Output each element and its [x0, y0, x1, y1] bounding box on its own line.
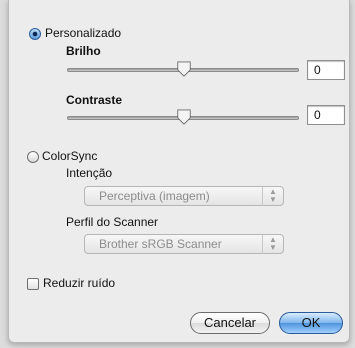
profile-popup-value: Brother sRGB Scanner — [99, 237, 222, 251]
reduce-noise-label: Reduzir ruído — [43, 276, 116, 290]
profile-label: Perfil do Scanner — [66, 215, 159, 229]
reduce-noise-checkbox[interactable] — [27, 278, 39, 290]
image-adjust-sheet: Personalizado Brilho 0 Contraste 0 Color… — [8, 0, 350, 343]
custom-radio[interactable] — [29, 28, 41, 40]
brightness-label: Brilho — [66, 44, 101, 58]
colorsync-label: ColorSync — [42, 149, 98, 163]
colorsync-radio[interactable] — [27, 151, 39, 163]
popup-arrows-icon: ▲ ▼ — [262, 235, 283, 254]
contrast-slider-thumb[interactable] — [176, 109, 192, 125]
cancel-button[interactable]: Cancelar — [190, 312, 270, 334]
profile-popup[interactable]: Brother sRGB Scanner ▲ ▼ — [84, 234, 284, 254]
intent-popup[interactable]: Perceptiva (imagem) ▲ ▼ — [84, 186, 284, 206]
contrast-label: Contraste — [66, 93, 123, 107]
popup-arrows-icon: ▲ ▼ — [262, 187, 283, 206]
contrast-value-field[interactable]: 0 — [307, 105, 345, 125]
brightness-value-field[interactable]: 0 — [307, 60, 345, 80]
intent-label: Intenção — [66, 166, 113, 180]
intent-popup-value: Perceptiva (imagem) — [99, 189, 210, 203]
brightness-slider-thumb[interactable] — [176, 61, 192, 77]
ok-button[interactable]: OK — [279, 312, 343, 334]
custom-label: Personalizado — [45, 26, 122, 40]
